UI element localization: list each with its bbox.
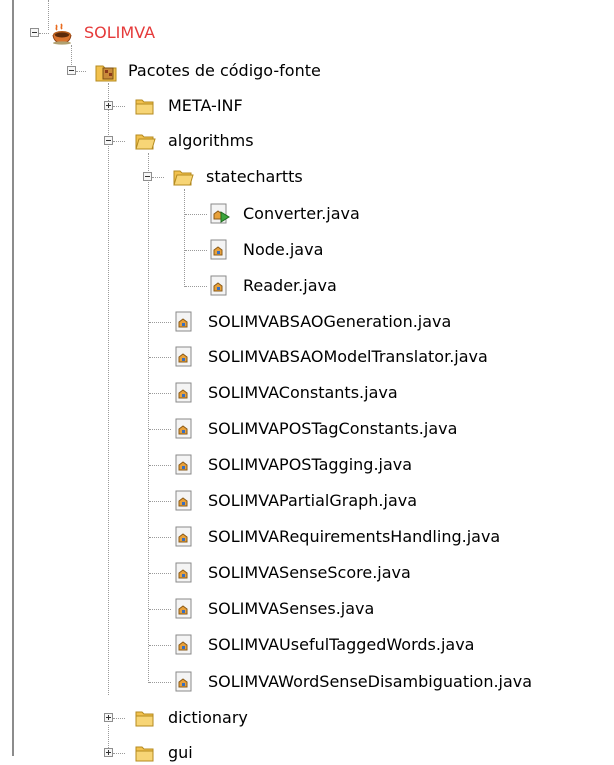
dictionary-label: dictionary <box>168 708 248 727</box>
collapse-project-toggle[interactable] <box>30 28 39 37</box>
java-file-icon <box>174 562 196 584</box>
file-label: SOLIMVAPartialGraph.java <box>208 491 418 510</box>
folder-icon <box>172 166 194 188</box>
tree-row-gui[interactable]: gui <box>134 741 193 765</box>
collapse-source-packages-toggle[interactable] <box>67 66 76 75</box>
java-file-icon <box>174 490 196 512</box>
project-label: SOLIMVA <box>84 23 156 42</box>
list-item[interactable]: SOLIMVARequirementsHandling.java <box>174 525 500 549</box>
coffee-cup-icon <box>50 22 72 45</box>
java-file-icon <box>174 418 196 440</box>
tree-row-project[interactable]: SOLIMVA <box>50 21 155 45</box>
file-label: SOLIMVABSAOGeneration.java <box>208 312 452 331</box>
folder-icon <box>134 742 156 764</box>
file-label: SOLIMVAConstants.java <box>208 383 398 402</box>
tree-row-algorithms[interactable]: algorithms <box>134 129 254 153</box>
java-main-file-icon <box>209 203 231 225</box>
list-item[interactable]: SOLIMVASenseScore.java <box>174 561 411 585</box>
list-item[interactable]: Reader.java <box>209 274 337 298</box>
expand-dictionary-toggle[interactable] <box>104 713 113 722</box>
file-label: SOLIMVASenses.java <box>208 599 375 618</box>
expand-meta-inf-toggle[interactable] <box>104 101 113 110</box>
file-label: SOLIMVAPOSTagging.java <box>208 455 413 474</box>
tree-row-statechartts[interactable]: statechartts <box>172 165 303 189</box>
list-item[interactable]: SOLIMVAUsefulTaggedWords.java <box>174 633 474 657</box>
list-item[interactable]: SOLIMVAWordSenseDisambiguation.java <box>174 670 532 694</box>
left-border <box>12 0 14 756</box>
java-file-icon <box>174 382 196 404</box>
java-file-icon <box>174 526 196 548</box>
java-file-icon <box>174 346 196 368</box>
folder-icon <box>134 130 156 152</box>
tree-row-dictionary[interactable]: dictionary <box>134 706 248 730</box>
file-label: SOLIMVARequirementsHandling.java <box>208 527 501 546</box>
source-packages-label: Pacotes de código-fonte <box>128 61 321 80</box>
file-label: SOLIMVABSAOModelTranslator.java <box>208 347 488 366</box>
list-item[interactable]: Converter.java <box>209 202 360 226</box>
file-label: SOLIMVAPOSTagConstants.java <box>208 419 458 438</box>
java-file-icon <box>174 598 196 620</box>
collapse-statechartts-toggle[interactable] <box>143 172 152 181</box>
file-label: Node.java <box>243 240 324 259</box>
java-file-icon <box>174 311 196 333</box>
list-item[interactable]: SOLIMVASenses.java <box>174 597 374 621</box>
java-file-icon <box>209 275 231 297</box>
folder-icon <box>134 707 156 729</box>
java-file-icon <box>174 454 196 476</box>
java-file-icon <box>174 634 196 656</box>
algorithms-label: algorithms <box>168 131 254 150</box>
java-file-icon <box>174 671 196 693</box>
file-label: SOLIMVAUsefulTaggedWords.java <box>208 635 475 654</box>
file-label: Reader.java <box>243 276 337 295</box>
collapse-algorithms-toggle[interactable] <box>104 136 113 145</box>
list-item[interactable]: SOLIMVAPartialGraph.java <box>174 489 417 513</box>
file-label: SOLIMVASenseScore.java <box>208 563 411 582</box>
list-item[interactable]: SOLIMVABSAOGeneration.java <box>174 310 451 334</box>
list-item[interactable]: SOLIMVABSAOModelTranslator.java <box>174 345 488 369</box>
meta-inf-label: META-INF <box>168 96 243 115</box>
list-item[interactable]: SOLIMVAPOSTagging.java <box>174 453 412 477</box>
java-file-icon <box>209 239 231 261</box>
statechartts-label: statechartts <box>206 167 303 186</box>
list-item[interactable]: SOLIMVAPOSTagConstants.java <box>174 417 457 441</box>
list-item[interactable]: SOLIMVAConstants.java <box>174 381 398 405</box>
list-item[interactable]: Node.java <box>209 238 323 262</box>
file-label: Converter.java <box>243 204 360 223</box>
tree-row-source-packages[interactable]: Pacotes de código-fonte <box>94 59 321 83</box>
file-label: SOLIMVAWordSenseDisambiguation.java <box>208 672 533 691</box>
folder-icon <box>134 95 156 117</box>
package-folder-icon <box>94 60 117 82</box>
gui-label: gui <box>168 743 193 762</box>
tree-row-meta-inf[interactable]: META-INF <box>134 94 243 118</box>
